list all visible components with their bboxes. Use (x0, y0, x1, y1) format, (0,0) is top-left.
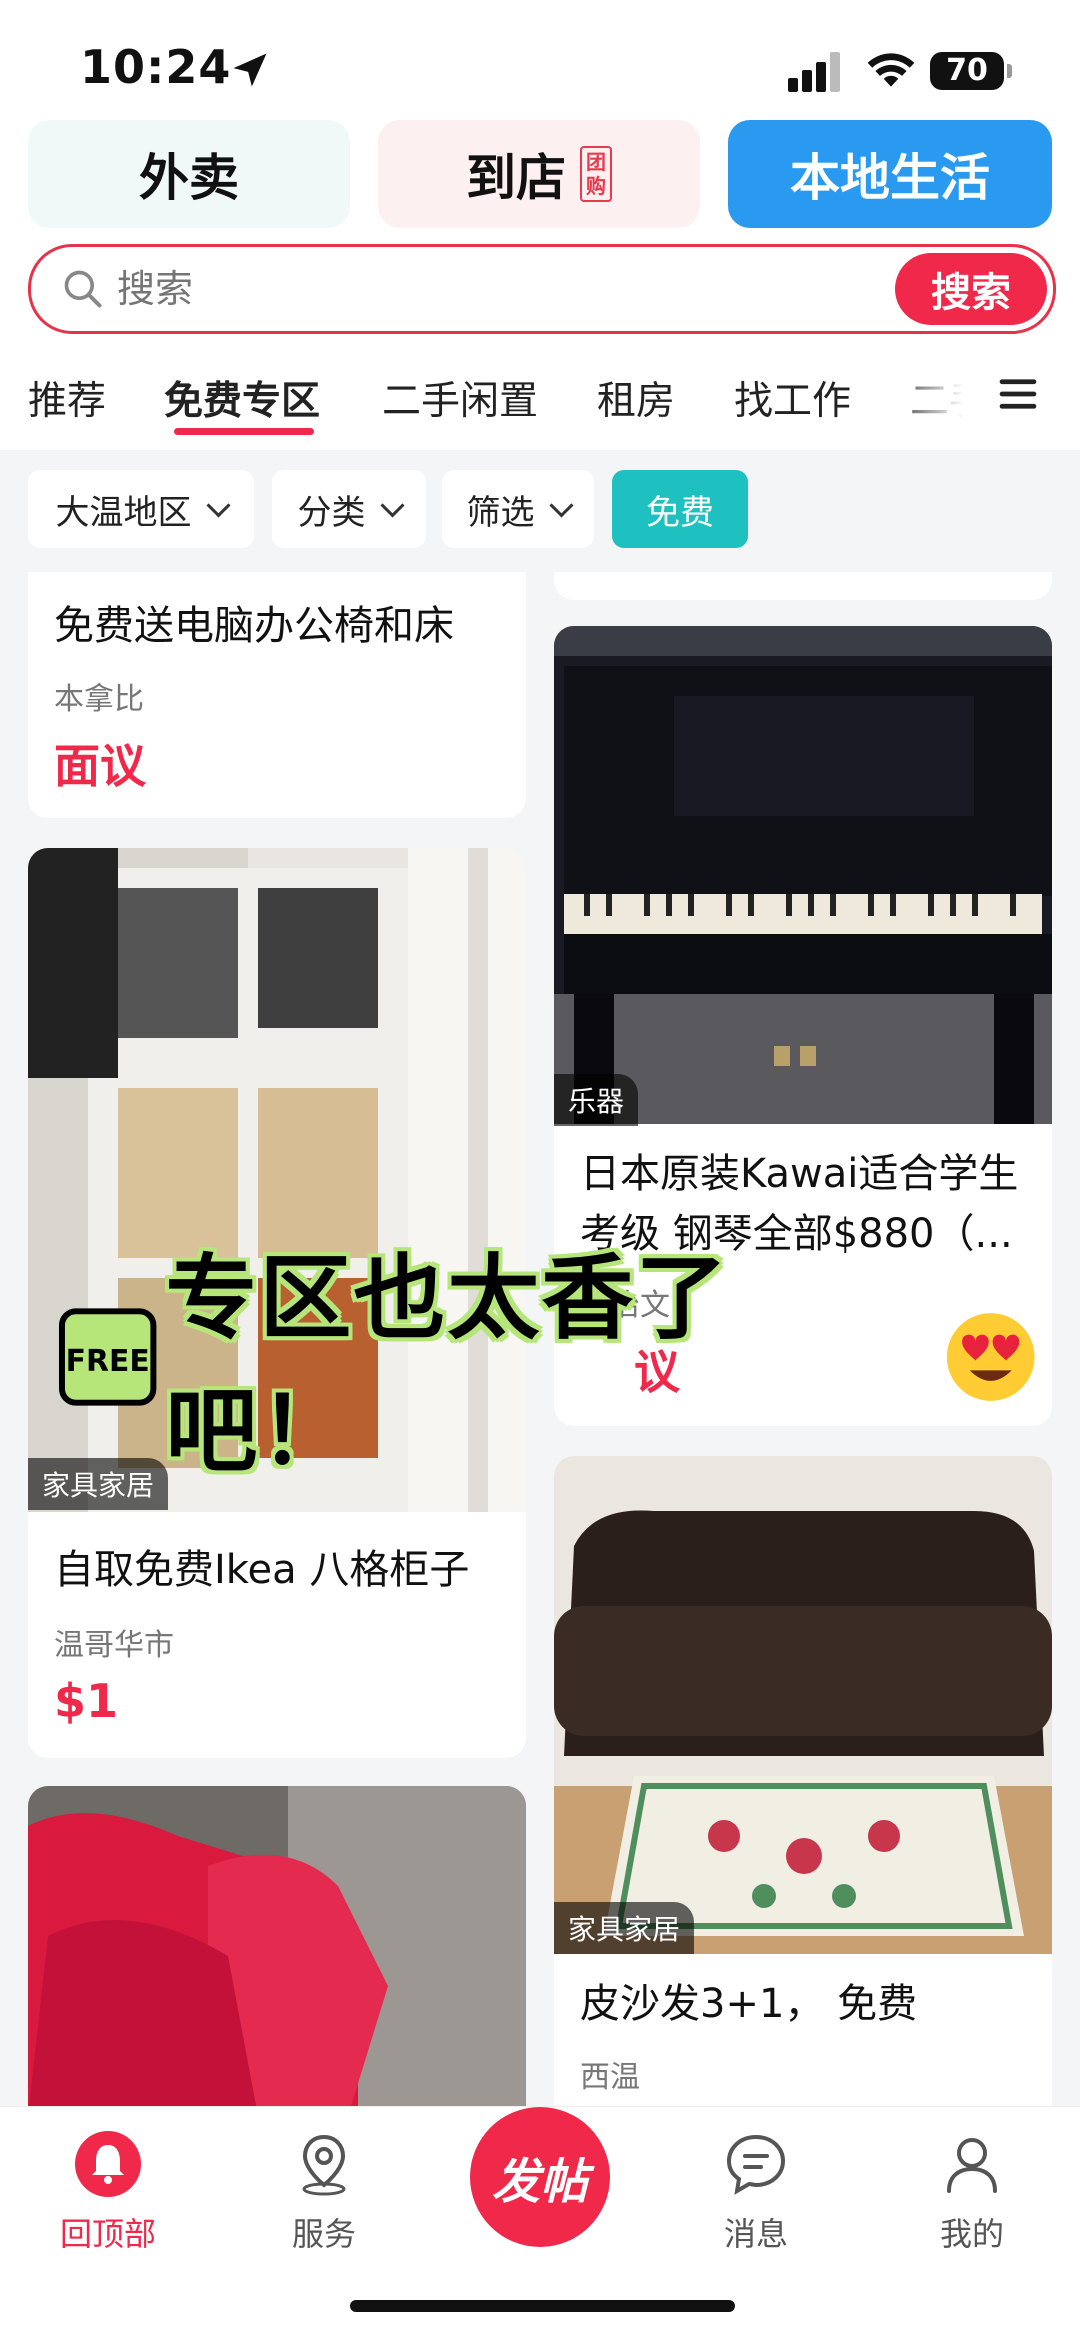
nav-messages-label: 消息 (723, 2215, 788, 2253)
post-button[interactable]: 发帖 (470, 2107, 610, 2247)
listing-title-line1: 日本原装Kawai适合学生 (580, 1151, 1019, 1197)
chevron-down-icon (205, 492, 231, 518)
bell-icon (75, 2131, 141, 2197)
cellular-signal-icon (788, 52, 840, 92)
listing-category-tag: 家具家居 (554, 1902, 695, 1954)
tabs-fade (880, 340, 1000, 450)
top-tabs: 外卖 到店 团购 本地生活 (0, 120, 1080, 230)
filter-region-label: 大温地区 (55, 492, 192, 533)
free-badge-icon: FREE (58, 1308, 157, 1406)
listing-title: 自取免费Ikea 八格柜子 (54, 1547, 470, 1593)
battery-indicator: 70 (930, 52, 1012, 90)
search-bar: 搜索 (28, 244, 1056, 334)
listing-image-piano (554, 626, 1052, 1124)
filter-bar: 大温地区 分类 筛选 免费 (0, 450, 1080, 570)
listing-card[interactable] (28, 1786, 526, 2116)
nav-services-label: 服务 (291, 2215, 356, 2253)
chat-icon (726, 2134, 786, 2195)
filter-screen[interactable]: 筛选 (442, 470, 594, 548)
tab-local-life[interactable]: 本地生活 (728, 120, 1052, 228)
listing-location: 西温 (580, 2060, 640, 2095)
nav-messages[interactable]: 消息 (676, 2129, 836, 2255)
heart-eyes-emoji-icon (946, 1313, 1035, 1401)
tab-free-zone[interactable]: 免费专区 (164, 370, 320, 426)
listing-title: 皮沙发3+1， 免费 (580, 1981, 918, 2027)
listing-image-leather-sofa (554, 1456, 1052, 1954)
wifi-icon (867, 53, 915, 87)
group-buy-badge: 团购 (580, 146, 612, 202)
listing-location: 温哥华市 (54, 1628, 174, 1663)
listing-price: 面议 (54, 739, 146, 793)
filter-screen-label: 筛选 (466, 492, 535, 533)
menu-icon[interactable] (996, 372, 1040, 416)
search-icon (64, 270, 102, 308)
filter-region[interactable]: 大温地区 (28, 470, 254, 548)
tab-in-store-label: 到店 (466, 149, 566, 207)
tab-takeout[interactable]: 外卖 (28, 120, 350, 228)
listing-category-tag: 家具家居 (28, 1458, 169, 1510)
listing-title: 免费送电脑办公椅和床 (54, 603, 454, 649)
listing-card-partial[interactable] (554, 572, 1052, 600)
active-tab-indicator (174, 428, 314, 435)
listing-card[interactable]: 家具家居 皮沙发3+1， 免费 西温 (554, 1456, 1052, 2116)
filter-category-label: 分类 (297, 492, 366, 533)
category-tabs: 推荐 免费专区 二手闲置 租房 找工作 二手 (0, 340, 1080, 450)
listing-price: $1 (54, 1674, 119, 1728)
location-arrow-icon (233, 53, 267, 87)
tab-second-hand[interactable]: 二手闲置 (382, 370, 538, 426)
search-input[interactable] (115, 257, 819, 321)
tab-in-store[interactable]: 到店 团购 (378, 120, 700, 228)
nav-services[interactable]: 服务 (244, 2129, 404, 2255)
search-section: 搜索 (0, 230, 1080, 340)
nav-profile[interactable]: 我的 (892, 2129, 1052, 2255)
search-button[interactable]: 搜索 (895, 253, 1047, 325)
listing-card[interactable]: 免费送电脑办公椅和床 本拿比 面议 (28, 572, 526, 818)
filter-free[interactable]: 免费 (612, 470, 748, 548)
nav-profile-label: 我的 (939, 2215, 1004, 2253)
status-bar: 10:24 70 (0, 0, 1080, 120)
listing-location: 本拿比 (54, 682, 144, 717)
chevron-down-icon (379, 492, 405, 518)
banner-text: 专区也太香了吧！ (165, 1245, 730, 1485)
person-icon (947, 2138, 997, 2193)
filter-category[interactable]: 分类 (272, 470, 426, 548)
location-pin-icon (302, 2134, 346, 2196)
listing-category-tag: 乐器 (554, 1074, 639, 1126)
nav-back-to-top-label: 回顶部 (59, 2215, 156, 2253)
status-time: 10:24 (80, 40, 232, 94)
home-indicator (350, 2300, 735, 2312)
tab-local-life-label: 本地生活 (790, 149, 990, 207)
free-badge-text: FREE (66, 1344, 150, 1379)
tab-rental[interactable]: 租房 (597, 370, 675, 426)
tab-recommended[interactable]: 推荐 (28, 370, 106, 426)
promo-overlay-banner: FREE 专区也太香了吧！ (58, 1245, 1038, 1485)
tab-jobs[interactable]: 找工作 (734, 370, 851, 426)
nav-back-to-top[interactable]: 回顶部 (28, 2129, 188, 2255)
listing-image-red-sofa (28, 1786, 526, 2116)
tab-takeout-label: 外卖 (139, 149, 239, 207)
chevron-down-icon (548, 492, 574, 518)
